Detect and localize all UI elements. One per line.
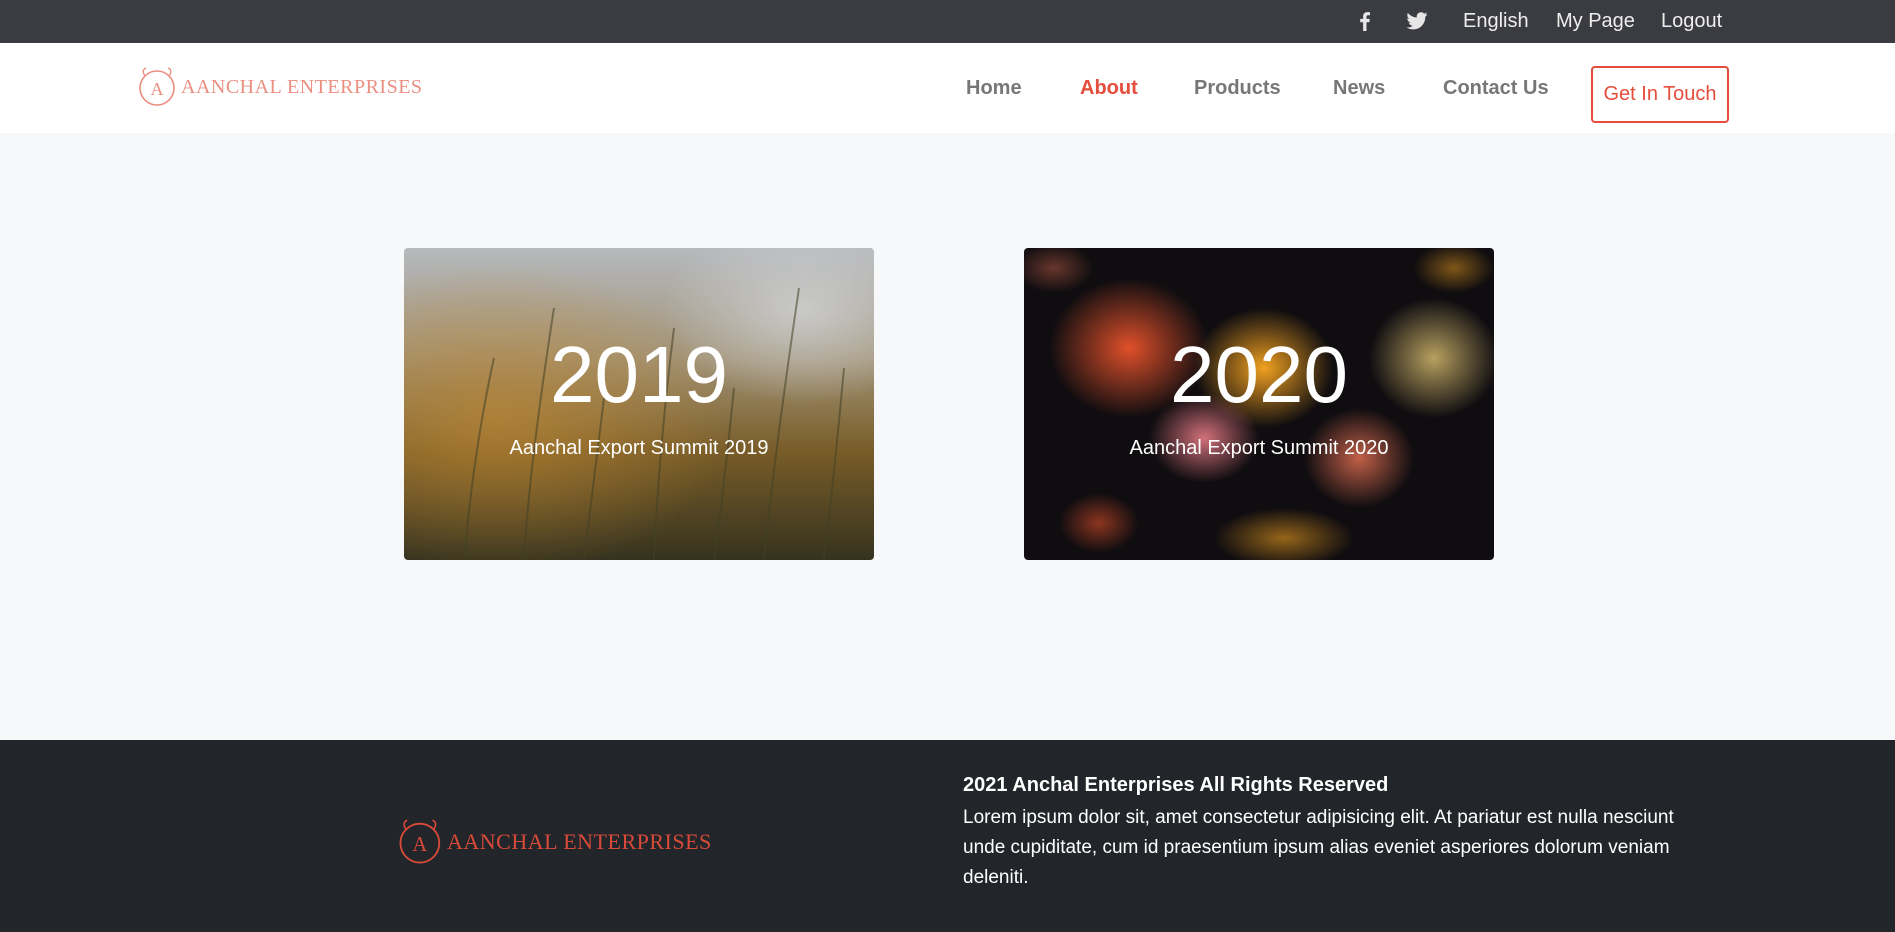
nav-contact-us[interactable]: Contact Us bbox=[1443, 77, 1549, 100]
card-subtitle: Aanchal Export Summit 2020 bbox=[1129, 437, 1389, 459]
card-year: 2019 bbox=[550, 330, 728, 419]
card-subtitle: Aanchal Export Summit 2019 bbox=[509, 437, 769, 459]
main-navbar: A AANCHAL ENTERPRISES Home About Product… bbox=[0, 43, 1895, 133]
footer-brand-letter: A bbox=[412, 834, 427, 856]
summit-card-2019[interactable]: 2019 Aanchal Export Summit 2019 bbox=[404, 248, 874, 560]
my-page-link[interactable]: My Page bbox=[1556, 10, 1635, 33]
brand-name: AANCHAL ENTERPRISES bbox=[181, 75, 423, 98]
summit-card-2020[interactable]: 2020 Aanchal Export Summit 2020 bbox=[1024, 248, 1494, 560]
footer-copyright: 2021 Anchal Enterprises All Rights Reser… bbox=[963, 774, 1389, 796]
nav-about[interactable]: About bbox=[1080, 77, 1138, 100]
nav-home[interactable]: Home bbox=[966, 77, 1022, 100]
footer-brand-name: AANCHAL ENTERPRISES bbox=[447, 829, 712, 854]
facebook-icon[interactable] bbox=[1354, 10, 1376, 32]
nav-news[interactable]: News bbox=[1333, 77, 1385, 100]
brand-emblem-icon: A bbox=[139, 67, 175, 106]
top-bar: English My Page Logout bbox=[0, 0, 1895, 43]
language-link[interactable]: English bbox=[1463, 10, 1529, 33]
brand-letter: A bbox=[151, 79, 164, 99]
twitter-icon[interactable] bbox=[1405, 10, 1428, 32]
nav-products[interactable]: Products bbox=[1194, 77, 1281, 100]
footer-logo[interactable]: A AANCHAL ENTERPRISES bbox=[397, 817, 712, 867]
card-year: 2020 bbox=[1170, 330, 1348, 419]
site-footer: A AANCHAL ENTERPRISES 2021 Anchal Enterp… bbox=[0, 740, 1895, 932]
footer-description: Lorem ipsum dolor sit, amet consectetur … bbox=[963, 807, 1674, 888]
brand-logo[interactable]: A AANCHAL ENTERPRISES bbox=[137, 66, 423, 108]
brand-emblem-icon: A bbox=[399, 819, 441, 864]
get-in-touch-button[interactable]: Get In Touch bbox=[1591, 66, 1729, 123]
logout-link[interactable]: Logout bbox=[1661, 10, 1722, 33]
